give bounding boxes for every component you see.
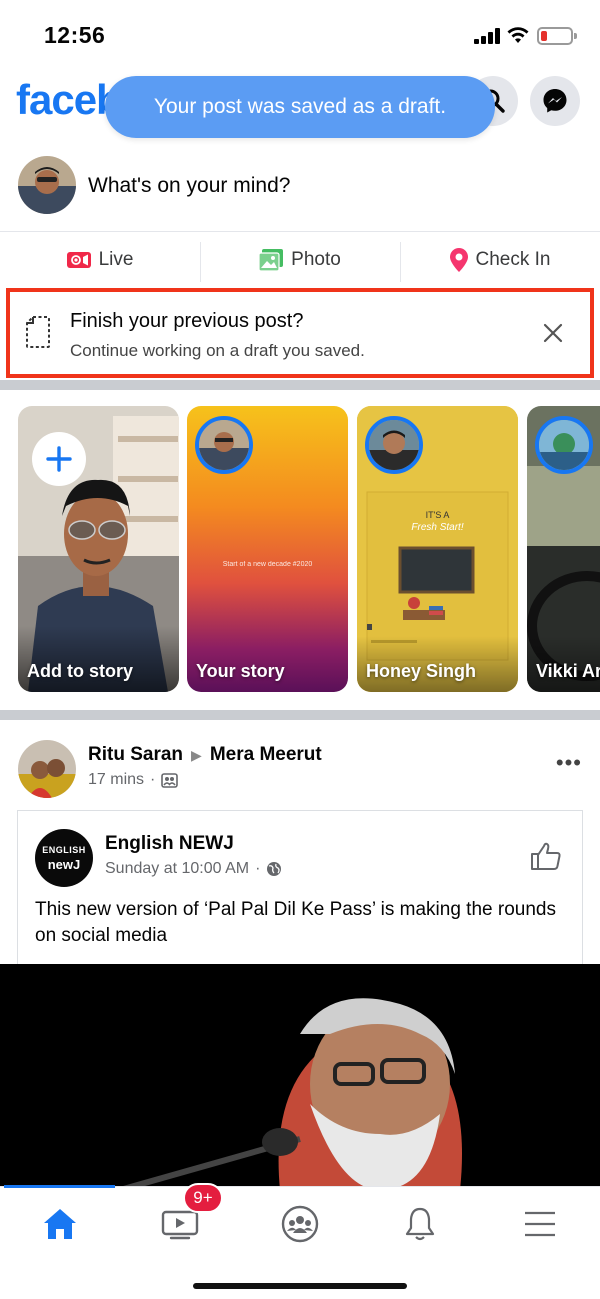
- story-label: Vikki Ar: [536, 661, 600, 681]
- page-avatar[interactable]: ENGLISH newJ: [35, 829, 93, 887]
- photo-label: Photo: [291, 249, 341, 270]
- triangle-right-icon: ▶: [191, 746, 202, 763]
- status-bar: 12:56: [0, 0, 600, 70]
- wifi-icon: [507, 27, 529, 43]
- story-label: Add to story: [27, 661, 133, 681]
- cellular-signal-icon: [474, 28, 502, 44]
- groups-icon: [281, 1205, 319, 1243]
- notification-badge: 9+: [183, 1183, 223, 1213]
- story-card-honey-singh[interactable]: IT'S A Fresh Start! Honey Singh: [357, 406, 518, 692]
- shared-page-name[interactable]: English NEWJ: [105, 833, 234, 855]
- stories-tray: Add to story Start of a new decade #2020…: [0, 390, 600, 710]
- shared-post-text: This new version of ‘Pal Pal Dil Ke Pass…: [35, 899, 556, 946]
- photo-button[interactable]: Photo: [200, 232, 400, 288]
- story-avatar: [535, 416, 593, 474]
- page-avatar-text-top: ENGLISH: [42, 844, 86, 855]
- location-pin-icon: [449, 248, 468, 272]
- hamburger-menu-icon: [525, 1211, 555, 1237]
- story-card-add[interactable]: Add to story: [18, 406, 179, 692]
- story-caption: IT'S A: [425, 510, 450, 520]
- globe-icon: [267, 862, 282, 876]
- tab-groups[interactable]: [270, 1199, 330, 1249]
- user-avatar[interactable]: [18, 156, 76, 214]
- section-divider: [0, 710, 600, 720]
- meta-separator: ·: [255, 860, 261, 877]
- watch-video-icon: [161, 1210, 199, 1240]
- messenger-button[interactable]: [530, 76, 580, 126]
- battery-icon: [537, 27, 577, 45]
- tab-notifications[interactable]: [390, 1199, 450, 1249]
- story-avatar: [365, 416, 423, 474]
- composer-actions: Live Photo Check In: [0, 232, 600, 288]
- story-caption: Start of a new decade #2020: [222, 561, 313, 568]
- draft-banner-subtitle: Continue working on a draft you saved.: [70, 341, 365, 360]
- shared-post-time[interactable]: Sunday at 10:00 AM: [105, 860, 249, 878]
- status-time: 12:56: [44, 22, 106, 48]
- post-composer[interactable]: What's on your mind?: [0, 150, 600, 232]
- post-author-line: Ritu Saran ▶ Mera Meerut: [88, 744, 322, 766]
- live-label: Live: [98, 249, 134, 270]
- active-tab-indicator: [4, 1185, 115, 1188]
- home-icon: [44, 1209, 76, 1239]
- post-meta: 17 mins ·: [88, 771, 179, 789]
- story-card-vikki[interactable]: Vikki Ar: [527, 406, 600, 692]
- like-icon[interactable]: [530, 841, 562, 871]
- story-label: Your story: [196, 661, 285, 681]
- story-label: Honey Singh: [366, 661, 477, 681]
- photo-icon: [259, 249, 284, 271]
- bottom-tab-bar: 9+: [0, 1183, 600, 1299]
- story-avatar: [195, 416, 253, 474]
- video-frame: [0, 964, 600, 1190]
- group-privacy-icon: [161, 772, 179, 788]
- composer-placeholder[interactable]: What's on your mind?: [88, 174, 290, 198]
- meta-separator: ·: [150, 771, 156, 788]
- feed-post: Ritu Saran ▶ Mera Meerut 17 mins · ••• E…: [0, 720, 600, 1190]
- draft-saved-toast: Your post was saved as a draft.: [105, 76, 495, 138]
- live-video-icon: [66, 252, 91, 268]
- shared-post-meta: Sunday at 10:00 AM ·: [105, 860, 282, 878]
- post-author-avatar[interactable]: [18, 740, 76, 798]
- page-avatar-text-bottom: newJ: [47, 856, 81, 872]
- live-button[interactable]: Live: [0, 232, 200, 288]
- check-in-button[interactable]: Check In: [400, 232, 600, 288]
- draft-banner[interactable]: Finish your previous post? Continue work…: [6, 288, 594, 378]
- tab-menu[interactable]: [510, 1199, 570, 1249]
- section-divider: [0, 380, 600, 390]
- more-options-icon[interactable]: •••: [556, 750, 582, 776]
- draft-document-icon: [26, 316, 50, 348]
- tab-home[interactable]: [30, 1199, 90, 1249]
- add-story-button[interactable]: [32, 432, 86, 486]
- close-icon[interactable]: [542, 322, 564, 344]
- check-in-label: Check In: [475, 249, 551, 270]
- post-group-name[interactable]: Mera Meerut: [210, 744, 322, 766]
- home-indicator: [193, 1283, 407, 1289]
- video-player[interactable]: [0, 964, 600, 1190]
- post-time[interactable]: 17 mins: [88, 771, 144, 789]
- messenger-icon: [543, 89, 567, 113]
- post-author-name[interactable]: Ritu Saran: [88, 744, 183, 766]
- plus-icon: [46, 446, 72, 472]
- shared-post[interactable]: ENGLISH newJ English NEWJ Sunday at 10:0…: [17, 810, 583, 970]
- story-card-your-story[interactable]: Start of a new decade #2020 Your story: [187, 406, 348, 692]
- bell-icon: [405, 1207, 435, 1241]
- draft-banner-title: Finish your previous post?: [70, 310, 304, 332]
- story-caption: Fresh Start!: [411, 522, 464, 533]
